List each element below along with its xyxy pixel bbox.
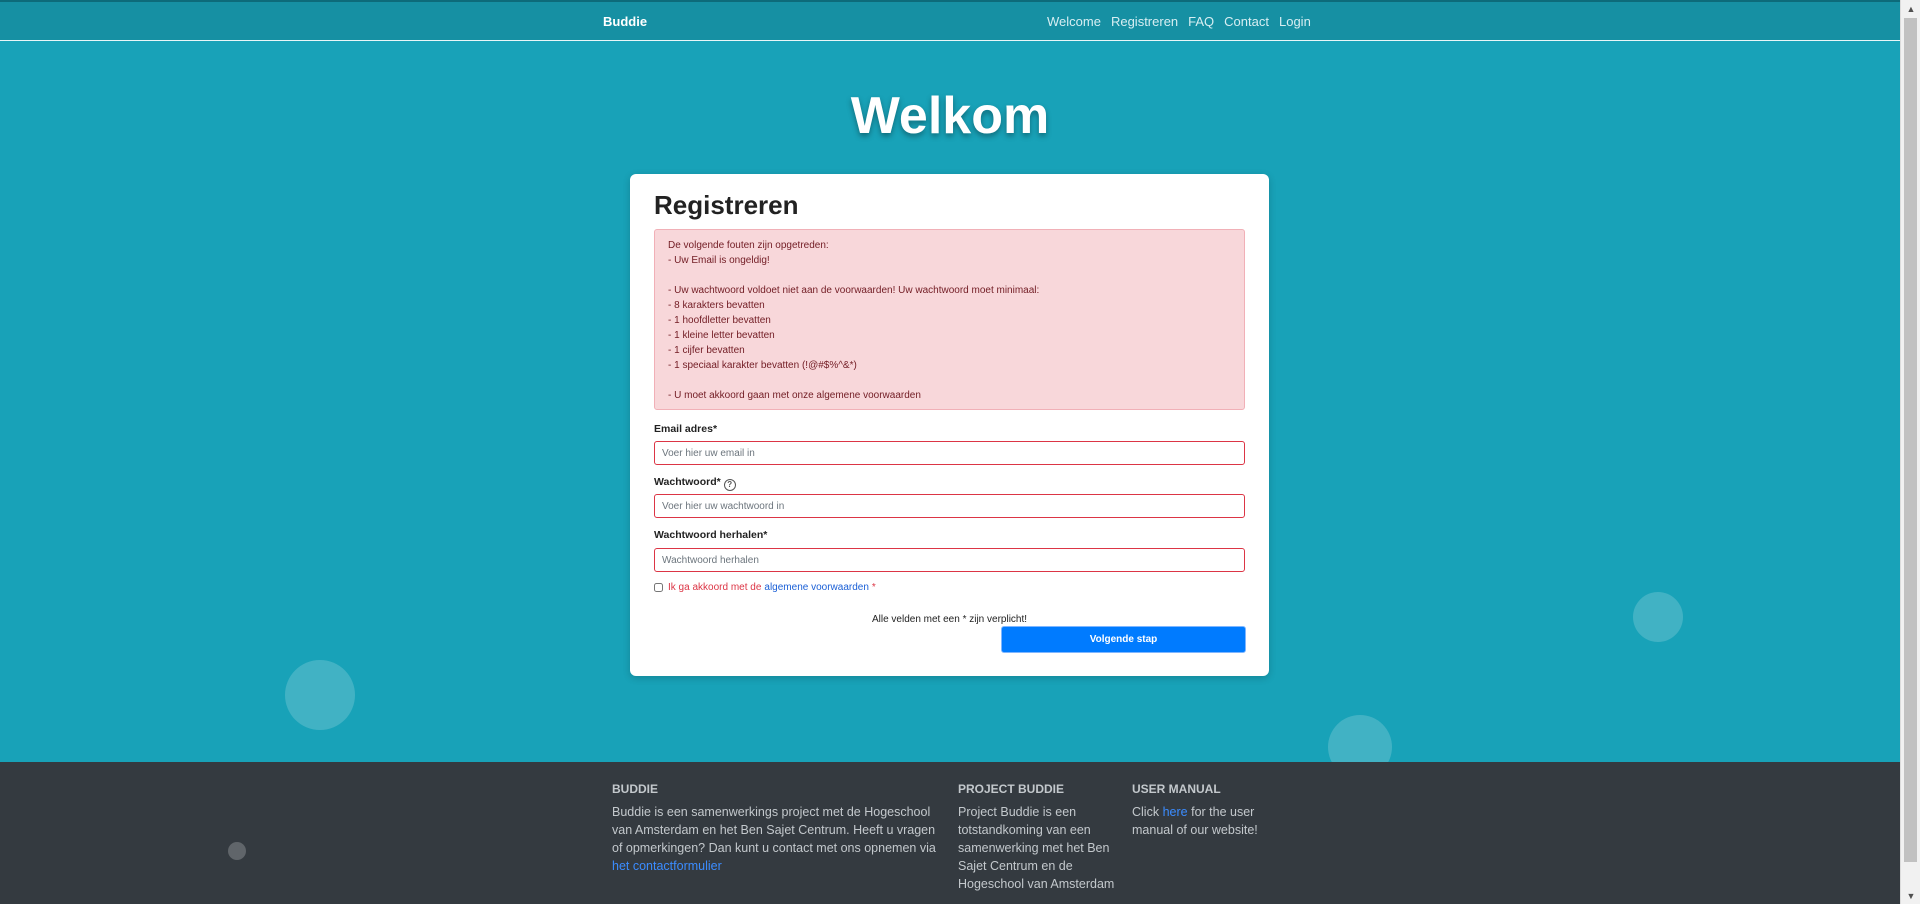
scroll-thumb[interactable] bbox=[1904, 18, 1917, 862]
decor-bubble bbox=[1633, 592, 1683, 642]
password-repeat-input[interactable] bbox=[654, 548, 1245, 572]
error-line: - 8 karakters bevatten bbox=[668, 300, 765, 311]
footer-text-body: Buddie is een samenwerkings project met … bbox=[612, 805, 936, 855]
nav-link-login[interactable]: Login bbox=[1279, 14, 1311, 29]
error-line bbox=[668, 268, 1231, 283]
error-line: - Uw wachtwoord voldoet niet aan de voor… bbox=[668, 285, 1040, 296]
registration-card: Registreren De volgende fouten zijn opge… bbox=[630, 174, 1269, 676]
error-line: - U moet akkoord gaan met onze algemene … bbox=[668, 390, 921, 401]
footer: BUDDIE Buddie is een samenwerkings proje… bbox=[0, 762, 1900, 904]
required-note: Alle velden met een * zijn verplicht! bbox=[871, 614, 1028, 625]
page: Buddie Welcome Registreren FAQ Contact L… bbox=[0, 0, 1900, 904]
nav-link-welcome[interactable]: Welcome bbox=[1047, 14, 1101, 29]
navbar: Buddie Welcome Registreren FAQ Contact L… bbox=[0, 0, 1900, 41]
manual-prefix: Click bbox=[1132, 805, 1160, 819]
footer-col-manual: USER MANUAL Click here for the user manu… bbox=[1132, 782, 1272, 839]
nav-link-contact[interactable]: Contact bbox=[1224, 14, 1269, 29]
footer-heading: BUDDIE bbox=[612, 782, 659, 796]
error-line bbox=[668, 373, 1231, 388]
scroll-up-arrow-icon[interactable]: ▲ bbox=[1901, 0, 1920, 17]
page-title: Welkom bbox=[850, 87, 1050, 145]
decor-bubble bbox=[285, 660, 355, 730]
footer-heading: USER MANUAL bbox=[1132, 782, 1221, 796]
terms-link[interactable]: algemene voorwaarden bbox=[764, 582, 869, 593]
footer-heading: PROJECT BUDDIE bbox=[958, 782, 1065, 796]
error-line: - 1 kleine letter bevatten bbox=[668, 330, 775, 341]
footer-text: Buddie is een samenwerkings project met … bbox=[612, 803, 942, 875]
email-input[interactable] bbox=[654, 441, 1245, 465]
terms-text: Ik ga akkoord met de bbox=[668, 582, 762, 593]
nav-links: Welcome Registreren FAQ Contact Login bbox=[1047, 14, 1311, 29]
footer-col-buddie: BUDDIE Buddie is een samenwerkings proje… bbox=[612, 782, 942, 875]
nav-link-faq[interactable]: FAQ bbox=[1188, 14, 1214, 29]
decor-bubble bbox=[228, 842, 246, 860]
password-label-row: Wachtwoord*? bbox=[654, 476, 736, 491]
error-line: - Uw Email is ongeldig! bbox=[668, 255, 770, 266]
scroll-down-arrow-icon[interactable]: ▼ bbox=[1901, 887, 1920, 904]
brand-link[interactable]: Buddie bbox=[603, 14, 647, 29]
footer-col-project: PROJECT BUDDIE Project Buddie is een tot… bbox=[958, 782, 1118, 893]
error-line: - 1 hoofdletter bevatten bbox=[668, 315, 771, 326]
password-repeat-label: Wachtwoord herhalen* bbox=[654, 529, 768, 541]
password-input[interactable] bbox=[654, 494, 1245, 518]
footer-text: Click here for the user manual of our we… bbox=[1132, 803, 1272, 839]
question-circle-icon[interactable]: ? bbox=[723, 479, 736, 491]
error-line: De volgende fouten zijn opgetreden: bbox=[668, 240, 829, 251]
error-line: - 1 speciaal karakter bevatten (!@#$%^&*… bbox=[668, 360, 857, 371]
user-manual-link[interactable]: here bbox=[1163, 805, 1188, 819]
email-label: Email adres* bbox=[654, 423, 718, 435]
terms-checkbox[interactable] bbox=[654, 583, 663, 592]
form-title: Registreren bbox=[654, 190, 799, 220]
terms-row: Ik ga akkoord met de algemene voorwaarde… bbox=[654, 582, 876, 593]
terms-required-star: * bbox=[871, 582, 876, 593]
nav-link-registreren[interactable]: Registreren bbox=[1111, 14, 1178, 29]
password-label: Wachtwoord* bbox=[654, 476, 721, 488]
footer-text: Project Buddie is een totstandkoming van… bbox=[958, 805, 1115, 891]
error-alert: De volgende fouten zijn opgetreden: - Uw… bbox=[654, 229, 1245, 410]
vertical-scrollbar[interactable]: ▲ ▼ bbox=[1900, 0, 1920, 904]
next-step-button[interactable]: Volgende stap bbox=[1001, 626, 1246, 653]
contact-form-link[interactable]: het contactformulier bbox=[612, 859, 722, 873]
error-line: - 1 cijfer bevatten bbox=[668, 345, 745, 356]
